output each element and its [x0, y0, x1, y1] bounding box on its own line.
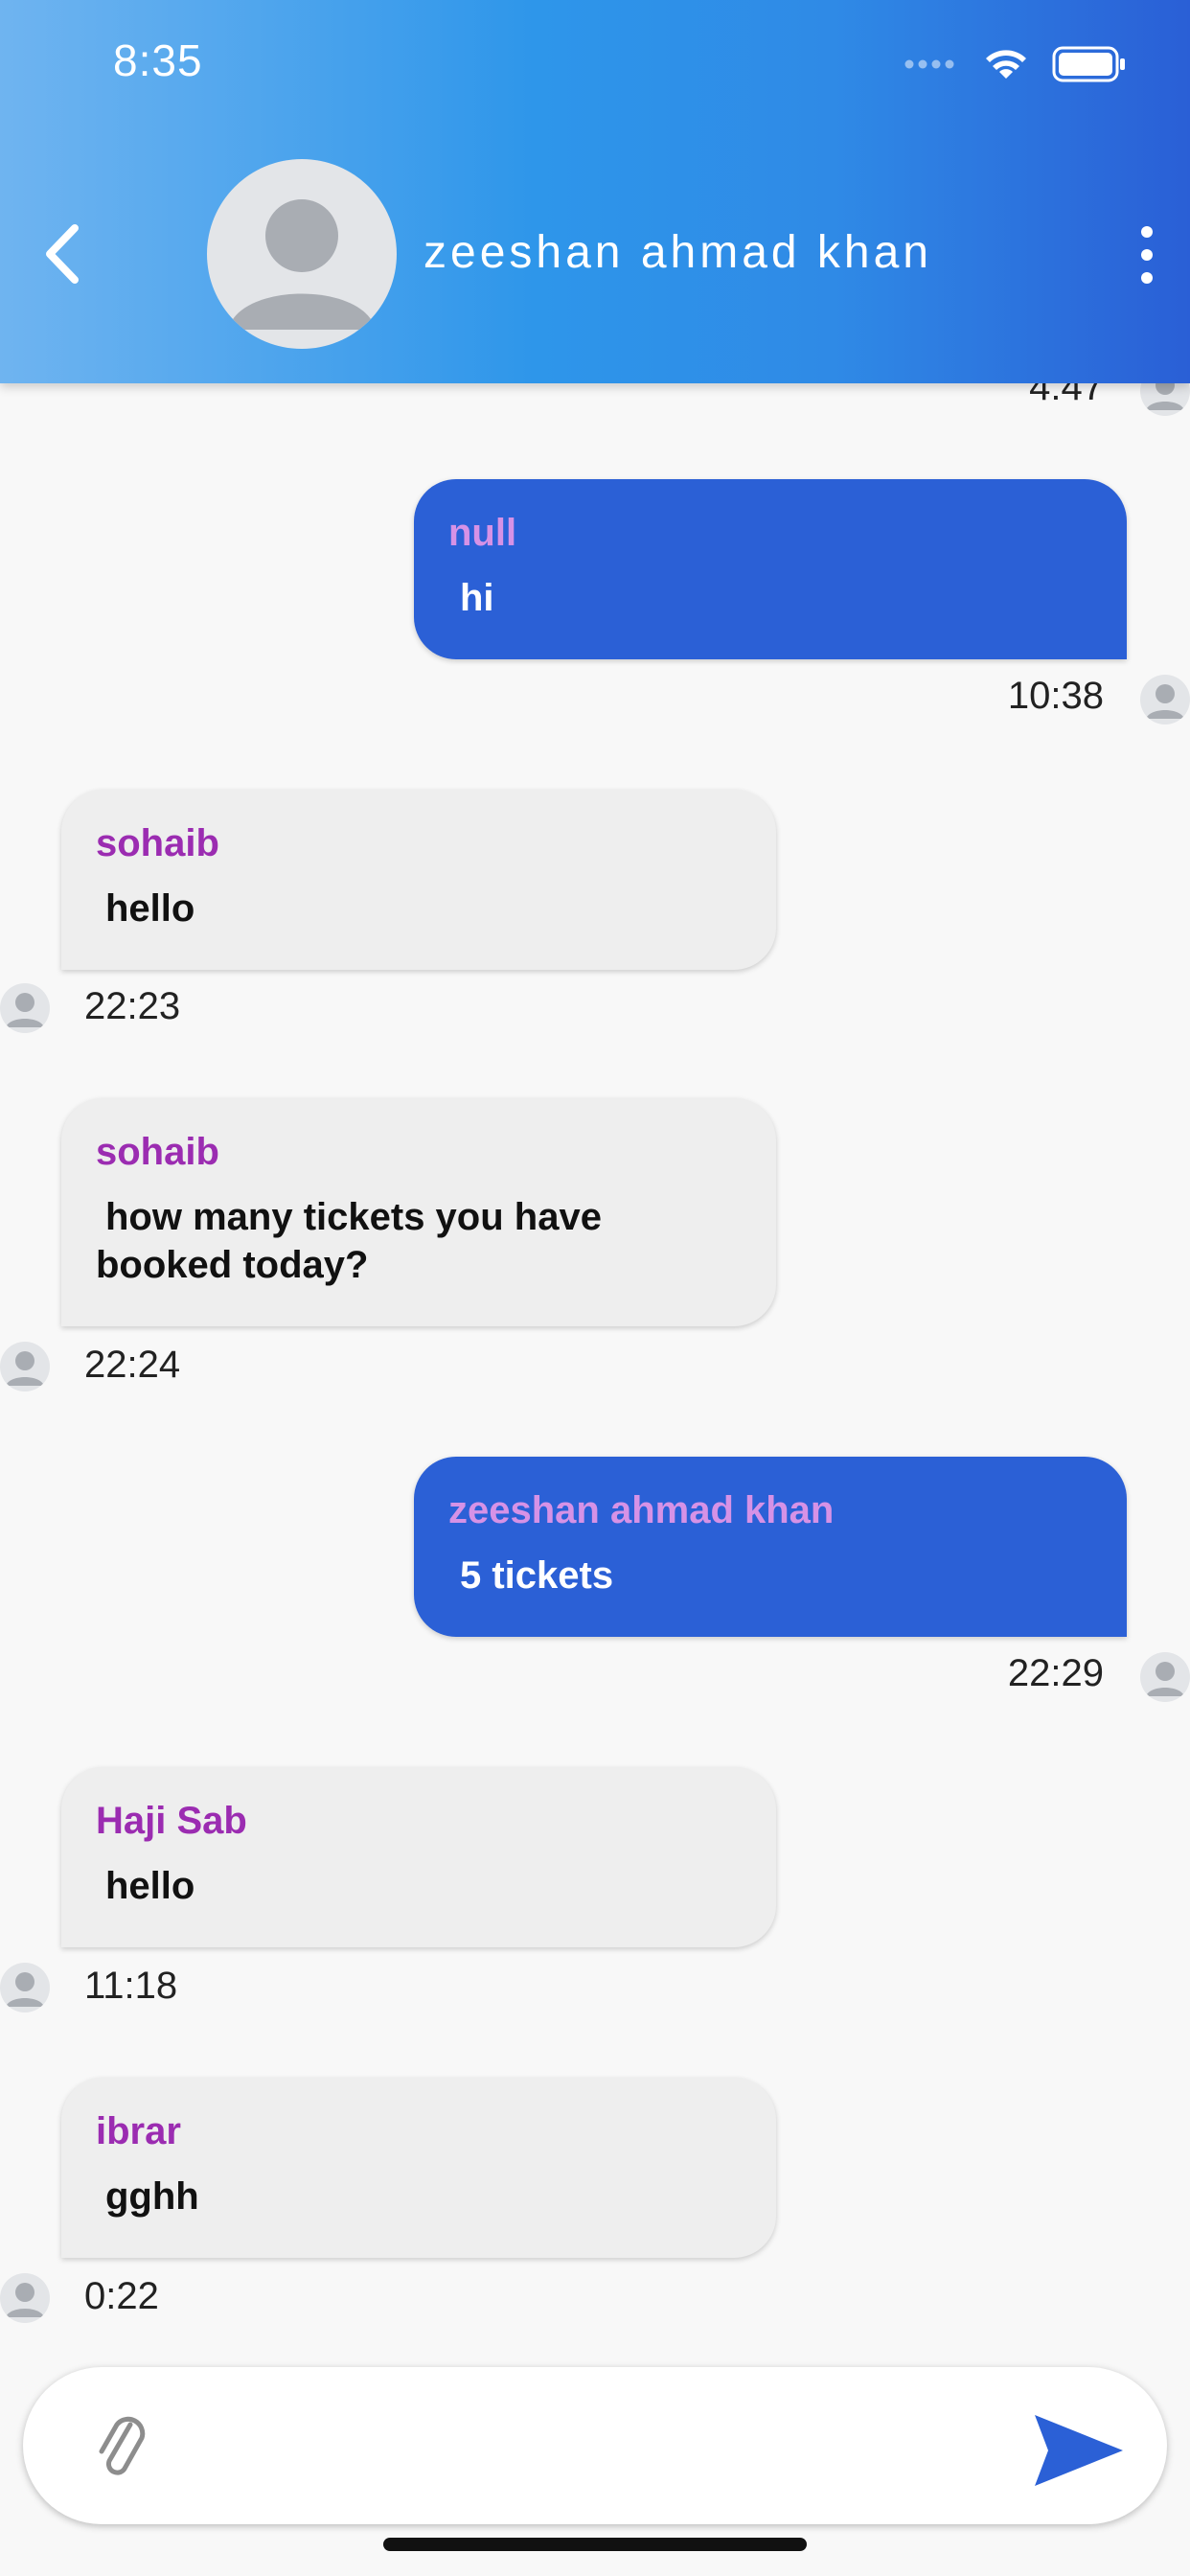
- signal-icon: [904, 58, 960, 76]
- sender-name: sohaib: [96, 1131, 219, 1173]
- battery-icon: [1052, 46, 1127, 87]
- message-bubble-outgoing[interactable]: zeeshan ahmad khan 5 tickets: [414, 1457, 1127, 1637]
- message-text: gghh: [105, 2175, 199, 2218]
- message-text: 5 tickets: [460, 1554, 614, 1597]
- sender-avatar-icon: [1140, 675, 1190, 724]
- send-icon: [1035, 2415, 1123, 2486]
- message-text: hello: [105, 1865, 195, 1907]
- status-time: 8:35: [113, 35, 203, 85]
- sender-avatar-icon: [0, 983, 50, 1033]
- status-icons: [904, 46, 1127, 87]
- message-composer: [23, 2367, 1167, 2524]
- message-text: hi: [460, 577, 494, 619]
- message-time: 10:38: [1007, 675, 1104, 717]
- message-text: hello: [105, 887, 195, 930]
- more-options-button[interactable]: [1133, 226, 1161, 284]
- message-time: 22:23: [84, 985, 181, 1027]
- sender-name: zeeshan ahmad khan: [448, 1489, 835, 1531]
- sender-name: sohaib: [96, 822, 219, 864]
- sender-name: ibrar: [96, 2110, 181, 2152]
- message-text: how many tickets you have booked today?: [96, 1196, 602, 1286]
- paperclip-icon: [99, 2416, 146, 2475]
- sender-avatar-icon: [0, 2273, 50, 2323]
- sender-avatar-icon: [1140, 1652, 1190, 1702]
- chevron-left-icon: [46, 224, 79, 284]
- message-bubble-incoming[interactable]: ibrar gghh: [61, 2078, 776, 2258]
- back-button[interactable]: [38, 220, 86, 288]
- message-time: 22:29: [1007, 1652, 1104, 1694]
- attach-button[interactable]: [92, 2405, 149, 2484]
- message-bubble-incoming[interactable]: sohaib hello: [61, 790, 776, 970]
- sender-name: Haji Sab: [96, 1800, 247, 1842]
- home-indicator: [383, 2538, 807, 2551]
- chat-area[interactable]: 4:47 null hi 10:38 sohaib hello 22:23 so…: [0, 0, 1190, 2576]
- message-time: 22:24: [84, 1344, 181, 1386]
- contact-name: zeeshan ahmad khan: [423, 227, 932, 278]
- message-bubble-incoming[interactable]: sohaib how many tickets you have booked …: [61, 1098, 776, 1326]
- send-button[interactable]: [1031, 2411, 1125, 2490]
- person-icon: [228, 199, 376, 330]
- sender-name: null: [448, 512, 517, 554]
- message-bubble-incoming[interactable]: Haji Sab hello: [61, 1767, 776, 1947]
- wifi-icon: [983, 47, 1029, 86]
- message-time: 0:22: [84, 2275, 159, 2317]
- message-time: 11:18: [84, 1965, 178, 2007]
- message-bubble-outgoing[interactable]: null hi: [414, 479, 1127, 659]
- sender-avatar-icon: [0, 1342, 50, 1392]
- chat-header: 8:35 zeeshan ahmad khan: [0, 0, 1190, 383]
- more-vertical-icon: [1141, 226, 1153, 238]
- message-input[interactable]: [176, 2405, 1004, 2488]
- contact-avatar[interactable]: [207, 159, 397, 349]
- sender-avatar-icon: [0, 1963, 50, 2012]
